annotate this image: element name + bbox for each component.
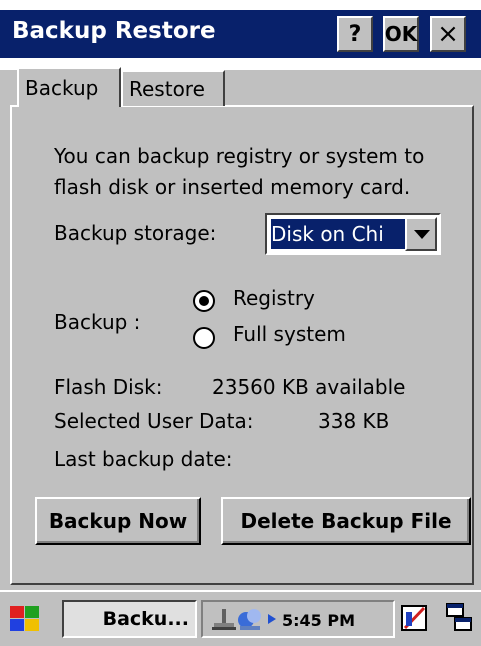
backup-storage-label: Backup storage: — [54, 221, 217, 245]
taskbar: Backu... 5:45 PM — [0, 590, 481, 646]
radio-registry-label[interactable]: Registry — [233, 286, 315, 310]
backup-storage-value[interactable]: Disk on Chi — [270, 218, 406, 250]
network-icon[interactable] — [211, 607, 237, 633]
windows-list-icon[interactable] — [445, 602, 475, 634]
chevron-down-icon[interactable] — [405, 217, 437, 251]
backup-type-label: Backup : — [54, 310, 141, 334]
radio-full-system-label[interactable]: Full system — [233, 322, 346, 346]
taskbar-task-button[interactable]: Backu... — [62, 600, 197, 638]
description-line-2: flash disk or inserted memory card. — [54, 175, 411, 199]
flash-disk-label: Flash Disk: — [54, 375, 163, 399]
start-logo-yellow — [25, 619, 39, 631]
backup-now-button[interactable]: Backup Now — [35, 497, 201, 545]
backup-storage-dropdown[interactable]: Disk on Chi — [265, 213, 441, 255]
user-data-label: Selected User Data: — [54, 409, 254, 433]
radio-full-system[interactable] — [193, 327, 215, 349]
last-backup-label: Last backup date: — [54, 447, 233, 471]
radio-registry[interactable] — [193, 290, 215, 312]
connection-icon[interactable] — [236, 606, 266, 634]
title-bar-area: Backup Restore ? OK × — [0, 0, 481, 70]
ok-button[interactable]: OK — [383, 16, 419, 52]
window-title: Backup Restore — [12, 18, 216, 44]
flash-disk-value: 23560 KB available — [212, 375, 406, 399]
tray-arrow-icon[interactable] — [267, 613, 277, 625]
input-panel-icon[interactable] — [400, 604, 430, 634]
start-logo-green — [25, 606, 39, 618]
system-tray: 5:45 PM — [201, 600, 395, 638]
help-button[interactable]: ? — [337, 16, 373, 52]
close-button[interactable]: × — [430, 16, 466, 52]
start-logo-red — [10, 606, 24, 618]
user-data-value: 338 KB — [318, 409, 390, 433]
start-icon[interactable] — [8, 604, 42, 634]
start-logo-blue — [10, 619, 24, 631]
delete-backup-button[interactable]: Delete Backup File — [221, 497, 471, 545]
tab-backup[interactable]: Backup — [17, 67, 121, 107]
description-line-1: You can backup registry or system to — [54, 144, 425, 168]
clock[interactable]: 5:45 PM — [282, 611, 355, 630]
tab-restore[interactable]: Restore — [121, 70, 225, 106]
